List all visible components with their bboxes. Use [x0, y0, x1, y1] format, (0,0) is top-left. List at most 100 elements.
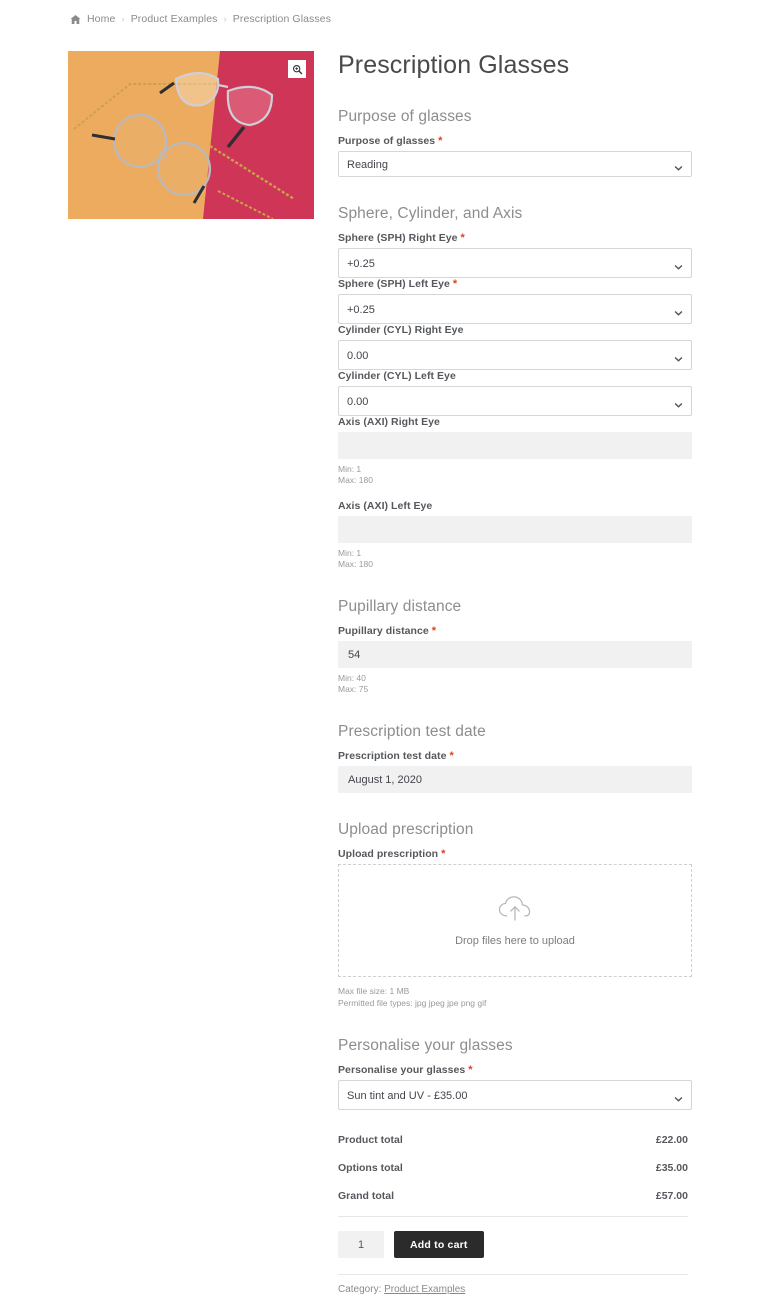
select-wrapper: 0.00 [338, 386, 692, 416]
breadcrumb-separator: › [223, 13, 227, 25]
cylinder-left-eye-select[interactable]: 0.00 [338, 386, 692, 416]
product-meta-category: Category: Product Examples [338, 1284, 690, 1295]
totals-divider [338, 1216, 688, 1217]
select-wrapper: 0.00 [338, 340, 692, 370]
breadcrumb-link-home[interactable]: Home [87, 13, 115, 25]
section-heading-personalise: Personalise your glasses [338, 1037, 513, 1054]
min-hint: Min: 40 [338, 673, 366, 683]
required-marker: * [441, 848, 446, 860]
field-label: Sphere (SPH) Left Eye * [338, 278, 690, 290]
min-hint: Min: 1 [338, 464, 362, 474]
total-row-options: Options total £35.00 [334, 1154, 690, 1182]
field-label-text: Cylinder (CYL) Right Eye [338, 324, 464, 336]
max-file-size-note: Max file size: 1 MB [338, 986, 410, 996]
file-dropzone[interactable]: Drop files here to upload [338, 864, 692, 977]
sphere-left-eye-select[interactable]: +0.25 [338, 294, 692, 324]
field-label: Pupillary distance * [338, 625, 690, 637]
field-purpose-of-glasses: Purpose of glasses * Reading [334, 135, 692, 177]
home-icon [70, 14, 81, 25]
totals-list: Product total £22.00 Options total £35.0… [334, 1126, 690, 1217]
total-label: Product total [338, 1134, 403, 1146]
section-heading-upload: Upload prescription [338, 821, 474, 838]
personalise-glasses-select[interactable]: Sun tint and UV - £35.00 [338, 1080, 692, 1110]
field-label-text: Purpose of glasses [338, 135, 436, 147]
field-label: Cylinder (CYL) Left Eye [338, 370, 690, 382]
product-image[interactable] [68, 51, 314, 219]
field-label-text: Cylinder (CYL) Left Eye [338, 370, 456, 382]
max-hint: Max: 180 [338, 559, 373, 569]
field-sphere-right: Sphere (SPH) Right Eye * +0.25 [334, 232, 692, 278]
field-label: Personalise your glasses * [338, 1064, 690, 1076]
field-personalise-your-glasses: Personalise your glasses * Sun tint and … [334, 1064, 692, 1110]
axis-left-eye-input[interactable] [338, 516, 692, 543]
required-marker: * [438, 135, 443, 147]
category-prefix: Category: [338, 1284, 385, 1295]
field-label: Prescription test date * [338, 750, 690, 762]
required-marker: * [452, 278, 458, 290]
quantity-input[interactable] [338, 1231, 384, 1258]
field-label-text: Upload prescription [338, 848, 439, 860]
field-label: Sphere (SPH) Right Eye * [338, 232, 690, 244]
total-amount: £22.00 [655, 1134, 688, 1146]
field-upload-prescription: Upload prescription * Drop files here to… [334, 848, 692, 1009]
min-hint: Min: 1 [338, 548, 362, 558]
field-label: Purpose of glasses * [338, 135, 690, 147]
axis-right-eye-input[interactable] [338, 432, 692, 459]
axis-right-minmax: Min: 1 Max: 180 [338, 464, 690, 486]
select-wrapper: Sun tint and UV - £35.00 [338, 1080, 692, 1110]
category-link[interactable]: Product Examples [384, 1284, 465, 1295]
pupillary-minmax: Min: 40 Max: 75 [338, 673, 690, 695]
magnifier-zoom-icon[interactable] [288, 60, 306, 78]
required-marker: * [460, 232, 465, 244]
total-amount: £57.00 [655, 1190, 688, 1202]
field-cylinder-right: Cylinder (CYL) Right Eye 0.00 [334, 324, 692, 370]
select-wrapper: +0.25 [338, 294, 692, 324]
cylinder-right-eye-select[interactable]: 0.00 [338, 340, 692, 370]
field-label-text: Pupillary distance [338, 625, 429, 637]
field-label: Cylinder (CYL) Right Eye [338, 324, 690, 336]
purpose-of-glasses-select[interactable]: Reading [338, 151, 692, 177]
field-label-text: Prescription test date [338, 750, 447, 762]
total-amount: £35.00 [655, 1162, 688, 1174]
breadcrumb-separator: › [121, 13, 125, 25]
page-title: Prescription Glasses [338, 51, 570, 79]
required-marker: * [468, 1064, 473, 1076]
max-hint: Max: 180 [338, 475, 373, 485]
breadcrumb-current-page: Prescription Glasses [232, 13, 332, 25]
field-label-text: Axis (AXI) Left Eye [338, 500, 433, 512]
field-label-text: Axis (AXI) Right Eye [338, 416, 440, 428]
total-label: Options total [338, 1162, 403, 1174]
field-label-text: Sphere (SPH) Left Eye [338, 278, 450, 290]
sphere-right-eye-select[interactable]: +0.25 [338, 248, 692, 278]
section-heading-purpose: Purpose of glasses [338, 108, 472, 125]
cloud-upload-icon [497, 895, 533, 928]
select-wrapper: +0.25 [338, 248, 692, 278]
prescription-test-date-input[interactable] [338, 766, 692, 793]
field-axis-left: Axis (AXI) Left Eye Min: 1 Max: 180 [334, 500, 692, 570]
required-marker: * [449, 750, 454, 762]
upload-notes: Max file size: 1 MB Permitted file types… [338, 985, 690, 1009]
section-heading-pupillary: Pupillary distance [338, 598, 462, 615]
breadcrumb-link-product-examples[interactable]: Product Examples [131, 13, 218, 25]
pupillary-distance-input[interactable] [338, 641, 692, 668]
field-label-text: Personalise your glasses [338, 1064, 466, 1076]
permitted-file-types-note: Permitted file types: jpg jpeg jpe png g… [338, 998, 487, 1008]
add-to-cart-row: Add to cart [338, 1231, 690, 1258]
field-prescription-test-date: Prescription test date * [334, 750, 692, 793]
field-sphere-left: Sphere (SPH) Left Eye * +0.25 [334, 278, 692, 324]
field-axis-right: Axis (AXI) Right Eye Min: 1 Max: 180 [334, 416, 692, 486]
field-cylinder-left: Cylinder (CYL) Left Eye 0.00 [334, 370, 692, 416]
meta-divider [338, 1274, 688, 1275]
product-layout: Prescription Glasses Purpose of glasses … [0, 25, 758, 1295]
max-hint: Max: 75 [338, 684, 369, 694]
field-label: Upload prescription * [338, 848, 690, 860]
product-gallery [68, 51, 314, 219]
section-heading-test-date: Prescription test date [338, 723, 486, 740]
section-heading-sphere: Sphere, Cylinder, and Axis [338, 205, 523, 222]
total-row-grand: Grand total £57.00 [334, 1182, 690, 1210]
field-label: Axis (AXI) Left Eye [338, 500, 690, 512]
total-row-product: Product total £22.00 [334, 1126, 690, 1154]
dropzone-text: Drop files here to upload [455, 934, 575, 947]
field-pupillary-distance: Pupillary distance * Min: 40 Max: 75 [334, 625, 692, 695]
add-to-cart-button[interactable]: Add to cart [394, 1231, 484, 1258]
